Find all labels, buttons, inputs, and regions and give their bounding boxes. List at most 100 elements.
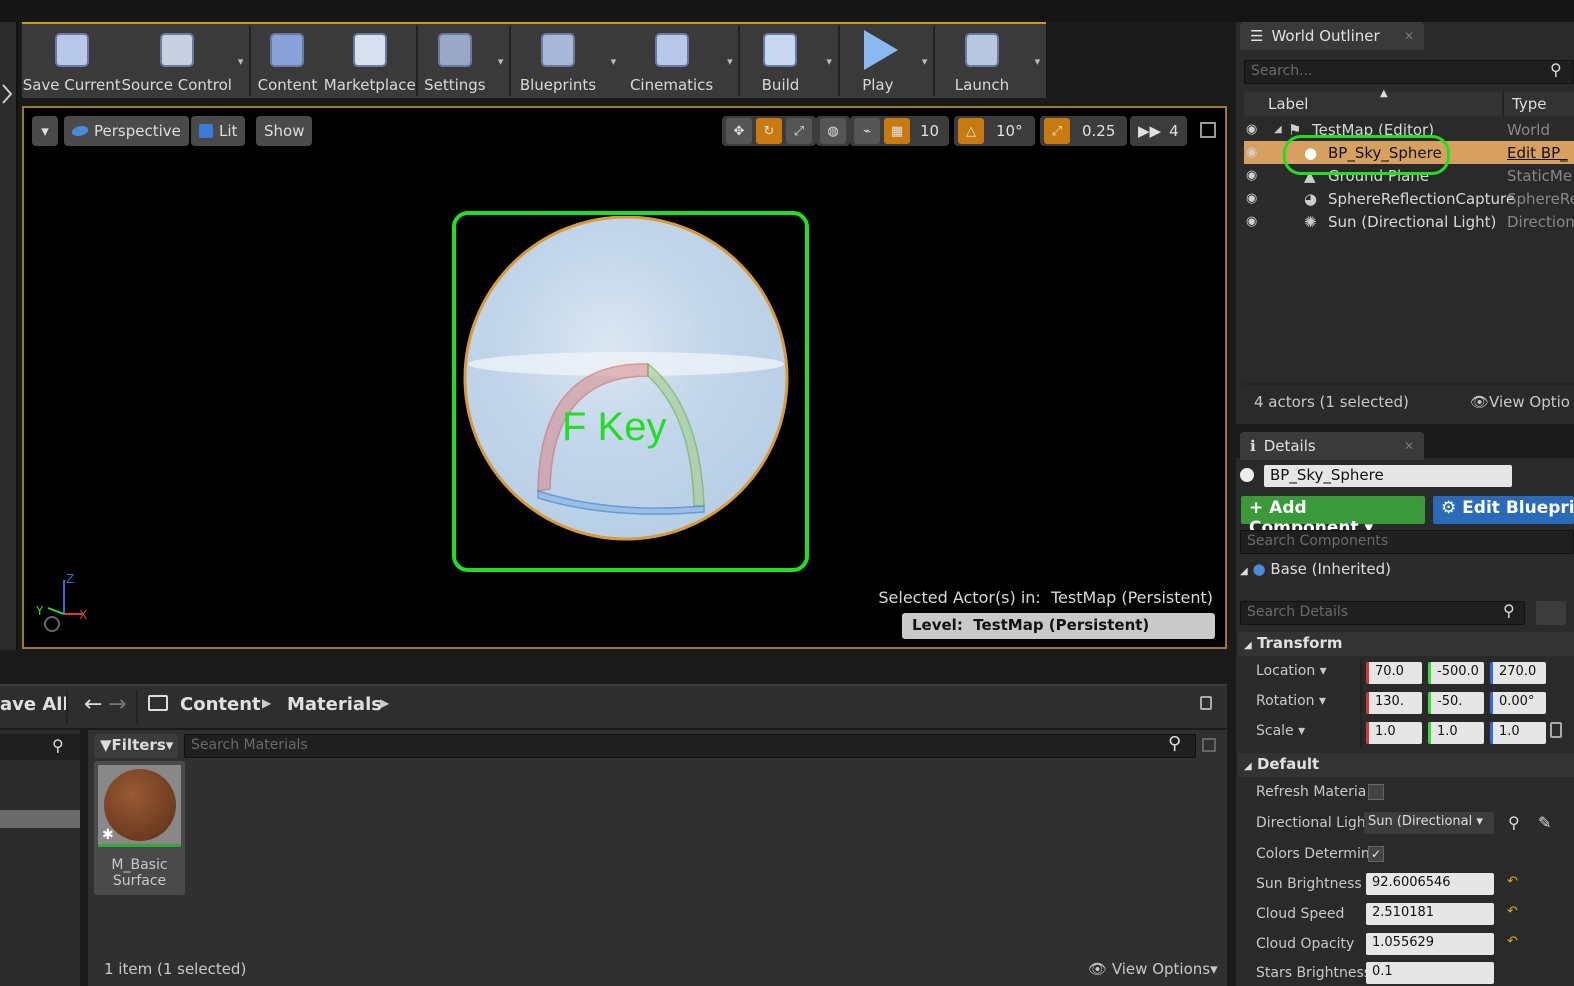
eyedropper-icon[interactable]: ✎ xyxy=(1538,813,1551,832)
sources-search-input[interactable] xyxy=(0,734,80,760)
translate-icon[interactable]: ✥ xyxy=(726,118,752,144)
reset-to-default-icon[interactable]: ↶ xyxy=(1507,874,1518,889)
location-y-field[interactable]: -500.0 xyxy=(1428,662,1484,684)
rotation-label[interactable]: Rotation ▾ xyxy=(1256,693,1326,709)
chevron-down-icon[interactable]: ▾ xyxy=(492,24,509,98)
outliner-row-type[interactable]: Edit BP_ xyxy=(1507,144,1568,162)
toolbar-blueprints-button[interactable]: Blueprints xyxy=(511,24,605,98)
toolbar-content-button[interactable]: Content xyxy=(251,24,324,98)
level-viewport[interactable]: ▾ Perspective Lit Show ✥ ↻ ⤢ ◍ ⌁ ▦ 10 △ … xyxy=(22,106,1227,649)
scale-icon[interactable]: ⤢ xyxy=(786,118,812,144)
collapse-arrow-icon[interactable]: ◢ xyxy=(1240,566,1248,577)
chevron-down-icon[interactable]: ▾ xyxy=(916,24,933,98)
search-components-input[interactable]: Search Components xyxy=(1240,530,1574,554)
browse-icon[interactable]: ⚲ xyxy=(1508,813,1520,832)
tab-details[interactable]: ℹ Details ✕ xyxy=(1240,432,1424,460)
refresh-material-checkbox[interactable] xyxy=(1368,784,1384,800)
search-details-input[interactable]: Search Details xyxy=(1240,601,1525,625)
visibility-eye-icon[interactable]: ◉ xyxy=(1246,145,1257,160)
search-materials-input[interactable]: Search Materials xyxy=(184,734,1196,758)
surface-snap-icon[interactable]: ⌁ xyxy=(854,118,880,144)
save-all-button[interactable]: ave All xyxy=(0,694,69,715)
asset-tile-m-basic-surface[interactable]: ✱ M_Basic Surface xyxy=(94,761,185,895)
lit-button[interactable]: Lit xyxy=(191,116,246,146)
viewport-options-button[interactable]: ▾ xyxy=(32,116,58,146)
chevron-down-icon[interactable]: ▾ xyxy=(821,24,838,98)
save-search-icon[interactable] xyxy=(1202,738,1216,752)
scale-label[interactable]: Scale ▾ xyxy=(1256,723,1305,739)
visibility-eye-icon[interactable]: ◉ xyxy=(1246,191,1257,206)
breadcrumb-materials[interactable]: Materials xyxy=(287,694,382,715)
component-tree-base[interactable]: ◢ ● Base (Inherited) xyxy=(1240,560,1574,586)
default-category[interactable]: ◢ Default xyxy=(1238,753,1574,777)
cloud-speed-field[interactable]: 2.510181 xyxy=(1366,903,1494,925)
view-options-button[interactable]: 👁 View Options▾ xyxy=(1088,960,1218,978)
perspective-button[interactable]: Perspective xyxy=(64,116,189,146)
chevron-right-icon[interactable] xyxy=(0,80,16,110)
cloud-opacity-field[interactable]: 1.055629 xyxy=(1366,933,1494,955)
type-column-header[interactable]: Type xyxy=(1512,95,1546,113)
toolbar-save-current-button[interactable]: Save Current xyxy=(22,24,121,98)
breadcrumb-separator-icon[interactable]: ▶ xyxy=(262,696,271,710)
outliner-search-input[interactable]: Search... xyxy=(1244,60,1574,84)
grid-snap-value[interactable]: 10 xyxy=(914,122,945,140)
visibility-eye-icon[interactable]: ◉ xyxy=(1246,168,1257,183)
location-label[interactable]: Location ▾ xyxy=(1256,663,1327,679)
directional-light-select[interactable]: Sun (Directional ▾ xyxy=(1364,812,1494,834)
toolbar-source-control-button[interactable]: Source Control xyxy=(121,24,232,98)
chevron-down-icon[interactable]: ▾ xyxy=(232,24,249,98)
outliner-view-options-button[interactable]: 👁View Optio xyxy=(1470,393,1570,411)
toolbar-launch-button[interactable]: Launch xyxy=(935,24,1029,98)
rotation-y-field[interactable]: -50. xyxy=(1428,692,1484,714)
scale-x-field[interactable]: 1.0 xyxy=(1366,722,1422,744)
location-z-field[interactable]: 270.0 xyxy=(1490,662,1546,684)
breadcrumb-separator-icon[interactable]: ▶ xyxy=(380,696,389,710)
outliner-row[interactable]: ◉ ✺ Sun (Directional Light) Direction xyxy=(1244,210,1574,233)
camera-speed-tool[interactable]: ▶▶ 4 xyxy=(1130,116,1187,146)
reset-to-default-icon[interactable]: ↶ xyxy=(1507,904,1518,919)
rotation-snap-icon[interactable]: △ xyxy=(958,118,984,144)
property-matrix-icon[interactable] xyxy=(1536,601,1566,625)
coordinate-space-button[interactable]: ◍ xyxy=(816,116,850,146)
toolbar-build-button[interactable]: Build xyxy=(740,24,820,98)
reset-to-default-icon[interactable]: ↶ xyxy=(1507,934,1518,949)
edit-blueprint-button[interactable]: ⚙ Edit Bluepri xyxy=(1433,496,1574,524)
toolbar-cinematics-button[interactable]: Cinematics xyxy=(622,24,721,98)
chevron-down-icon[interactable]: ▾ xyxy=(1029,24,1046,98)
scale-y-field[interactable]: 1.0 xyxy=(1428,722,1484,744)
toolbar-settings-button[interactable]: Settings xyxy=(418,24,492,98)
rotation-snap-value[interactable]: 10° xyxy=(988,122,1031,140)
label-column-header[interactable]: Label xyxy=(1268,95,1308,113)
maximize-viewport-icon[interactable] xyxy=(1200,122,1216,138)
chevron-down-icon[interactable]: ▾ xyxy=(605,24,622,98)
close-icon[interactable]: ✕ xyxy=(1404,29,1414,43)
scale-snap-value[interactable]: 0.25 xyxy=(1074,122,1123,140)
actor-name-field[interactable]: BP_Sky_Sphere xyxy=(1264,465,1512,487)
sun-brightness-field[interactable]: 92.6006546 xyxy=(1366,873,1494,895)
breadcrumb-content[interactable]: Content xyxy=(180,694,261,715)
chevron-down-icon[interactable]: ▾ xyxy=(721,24,738,98)
outliner-row[interactable]: ◉ ◕ SphereReflectionCapture SphereRe xyxy=(1244,187,1574,210)
visibility-eye-icon[interactable]: ◉ xyxy=(1246,122,1257,137)
location-x-field[interactable]: 70.0 xyxy=(1366,662,1422,684)
rotation-x-field[interactable]: 130. xyxy=(1366,692,1422,714)
tab-world-outliner[interactable]: ☰ World Outliner ✕ xyxy=(1240,22,1424,50)
toolbar-play-button[interactable]: Play xyxy=(840,24,916,98)
collapse-arrow-icon[interactable]: ◢ xyxy=(1274,124,1282,135)
rotation-z-field[interactable]: 0.00° xyxy=(1490,692,1546,714)
grid-snap-icon[interactable]: ▦ xyxy=(884,118,910,144)
forward-arrow-icon[interactable]: → xyxy=(108,692,126,717)
scale-snap-icon[interactable]: ⤢ xyxy=(1044,118,1070,144)
show-button[interactable]: Show xyxy=(256,116,313,146)
toolbar-marketplace-button[interactable]: Marketplace xyxy=(324,24,416,98)
rotate-icon[interactable]: ↻ xyxy=(756,118,782,144)
visibility-eye-icon[interactable]: ◉ xyxy=(1246,214,1257,229)
current-level-bar[interactable]: Level: TestMap (Persistent) xyxy=(902,613,1215,639)
add-component-button[interactable]: + Add Component ▾ xyxy=(1241,496,1425,538)
back-arrow-icon[interactable]: ← xyxy=(84,692,102,717)
transform-category[interactable]: ◢ Transform xyxy=(1238,632,1574,656)
colors-determined-checkbox[interactable]: ✓ xyxy=(1368,846,1384,862)
close-icon[interactable]: ✕ xyxy=(1404,439,1414,453)
filters-button[interactable]: ▼Filters▾ xyxy=(94,734,178,758)
lock-icon[interactable] xyxy=(1550,722,1562,738)
